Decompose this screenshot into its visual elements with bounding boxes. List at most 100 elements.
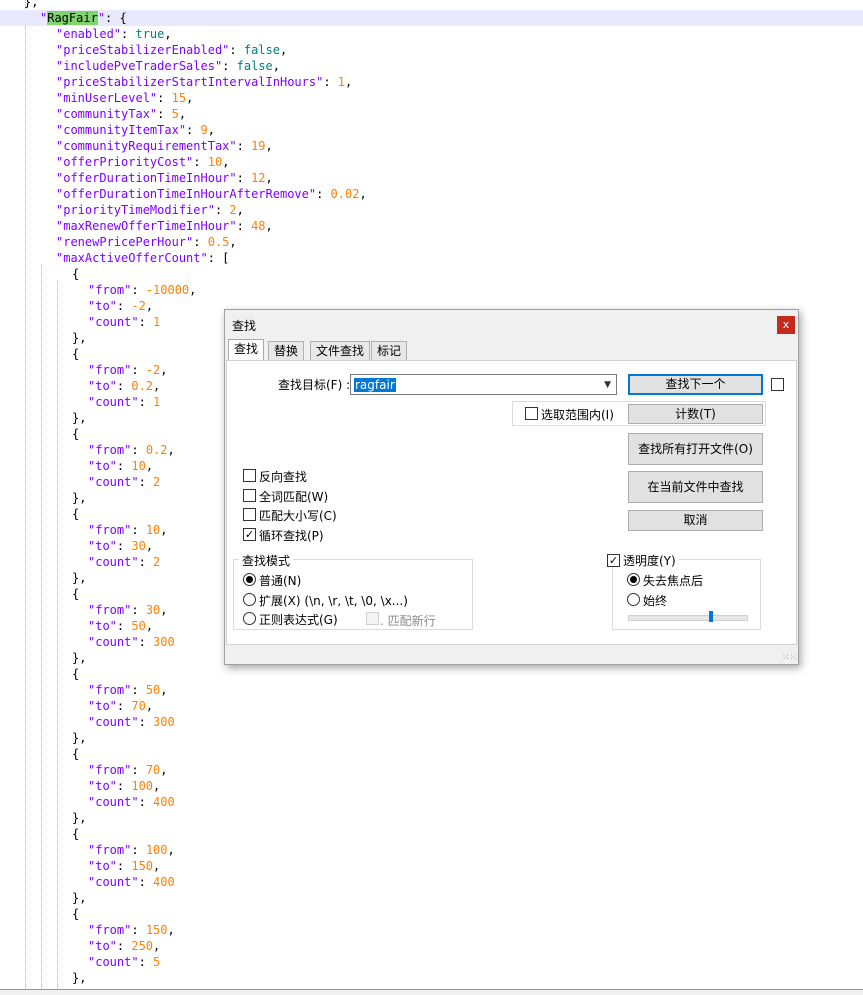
option-label-1: 全词匹配(W): [259, 489, 329, 504]
tab-find-in-files[interactable]: 文件查找: [310, 341, 371, 360]
code-token: :: [131, 443, 146, 457]
code-token: ,: [167, 923, 175, 937]
code-token: :: [229, 43, 244, 57]
code-token: "from": [88, 843, 132, 857]
find-next-extra-checkbox[interactable]: [771, 378, 784, 391]
code-token: "enabled": [56, 27, 122, 41]
find-in-current-file-button[interactable]: 在当前文件中查找: [628, 471, 763, 503]
resize-grip-icon[interactable]: ⁙⁙: [782, 653, 797, 663]
code-token: "count": [88, 715, 139, 729]
horizontal-scrollbar[interactable]: [0, 989, 863, 995]
code-line: "to": 100,: [0, 778, 863, 794]
option-checkbox-0[interactable]: [243, 469, 256, 482]
transparency-checkbox[interactable]: ✓: [607, 554, 620, 567]
mode-normal-radio[interactable]: [243, 573, 256, 586]
code-token: },: [72, 971, 87, 985]
code-token: ,: [153, 939, 161, 953]
code-token: },: [72, 651, 87, 665]
code-token: "count": [88, 635, 139, 649]
code-token: "count": [88, 475, 139, 489]
code-token: ,: [222, 155, 230, 169]
code-token: ,: [229, 235, 237, 249]
code-token: ,: [167, 843, 175, 857]
code-token: 400: [153, 875, 175, 889]
code-token: :: [138, 555, 154, 569]
code-token: :: [323, 75, 338, 89]
code-token: "from": [88, 443, 132, 457]
transparency-always-radio[interactable]: [627, 593, 640, 606]
code-token: :: [116, 859, 132, 873]
code-token: "count": [88, 395, 139, 409]
option-checkbox-2[interactable]: [243, 508, 256, 521]
code-line: "enabled": true,: [0, 26, 863, 42]
code-token: "to": [88, 459, 117, 473]
code-token: 15: [171, 91, 187, 105]
code-token: 70: [145, 763, 161, 777]
code-token: :: [236, 171, 252, 185]
close-button[interactable]: x: [777, 316, 795, 334]
code-token: 1: [153, 395, 161, 409]
code-token: ,: [160, 763, 168, 777]
tab-replace[interactable]: 替换: [268, 341, 305, 360]
code-token: :: [131, 683, 146, 697]
tab-find[interactable]: 查找: [228, 339, 265, 361]
code-token: ,: [167, 443, 175, 457]
code-token: 1: [337, 75, 345, 89]
code-token: :: [116, 459, 132, 473]
code-token: :: [131, 923, 146, 937]
code-token: :: [138, 475, 154, 489]
code-token: ,: [160, 363, 168, 377]
code-line: "to": 70,: [0, 698, 863, 714]
code-token: 0.5: [207, 235, 230, 249]
transparency-on-lose-focus-radio[interactable]: [627, 573, 640, 586]
code-token: : {: [105, 11, 127, 25]
code-line: "priceStabilizerEnabled": false,: [0, 42, 863, 58]
code-token: 300: [153, 635, 175, 649]
count-button[interactable]: 计数(T): [628, 404, 763, 424]
code-token: 10: [131, 459, 146, 473]
code-token: "maxRenewOfferTimeInHour": [56, 219, 237, 233]
option-label-3: 循环查找(P): [259, 528, 324, 543]
code-line: "communityItemTax": 9,: [0, 122, 863, 138]
code-token: :: [116, 299, 132, 313]
match-newline-label: . 匹配新行: [380, 614, 436, 628]
find-all-open-files-button[interactable]: 查找所有打开文件(O): [628, 433, 763, 465]
code-line: "priceStabilizerStartIntervalInHours": 1…: [0, 74, 863, 90]
code-line: "minUserLevel": 15,: [0, 90, 863, 106]
code-token: "renewPricePerHour": [56, 235, 194, 249]
option-checkbox-1[interactable]: [243, 488, 256, 502]
cancel-button[interactable]: 取消: [628, 510, 763, 531]
code-token: ,: [145, 619, 154, 633]
transparency-slider-thumb[interactable]: [708, 611, 713, 622]
in-selection-checkbox[interactable]: [525, 407, 538, 420]
code-token: :: [138, 315, 154, 329]
find-next-button[interactable]: 查找下一个: [628, 374, 763, 395]
code-token: {: [72, 587, 80, 601]
find-input[interactable]: ragfair ▼: [350, 374, 617, 395]
code-token: },: [72, 731, 87, 745]
code-line: "from": -10000,: [0, 282, 863, 298]
mode-regex-radio[interactable]: [243, 612, 256, 625]
code-line: "from": 100,: [0, 842, 863, 858]
chevron-down-icon[interactable]: ▼: [604, 380, 611, 390]
tab-mark[interactable]: 标记: [371, 341, 408, 360]
mode-extended-radio[interactable]: [243, 593, 256, 606]
transparency-slider[interactable]: [628, 615, 748, 621]
code-token: {: [72, 667, 80, 681]
code-token: ,: [265, 219, 273, 233]
mode-normal-label: 普通(N): [259, 574, 302, 588]
code-token: :: [131, 363, 146, 377]
code-token: 30: [145, 603, 161, 617]
code-token: :: [121, 27, 136, 41]
code-token: :: [236, 219, 252, 233]
option-checkbox-3[interactable]: ✓: [243, 527, 256, 541]
code-token: :: [186, 123, 201, 137]
code-token: ,: [145, 459, 154, 473]
code-token: ,: [186, 91, 194, 105]
code-token: "to": [88, 859, 117, 873]
code-token: 250: [131, 939, 154, 953]
code-line: },: [0, 0, 863, 10]
code-token: 48: [251, 219, 266, 233]
match-newline-checkbox[interactable]: [366, 612, 379, 625]
mode-extended-label: 扩展(X) (\n, \r, \t, \0, \x...): [259, 594, 408, 608]
